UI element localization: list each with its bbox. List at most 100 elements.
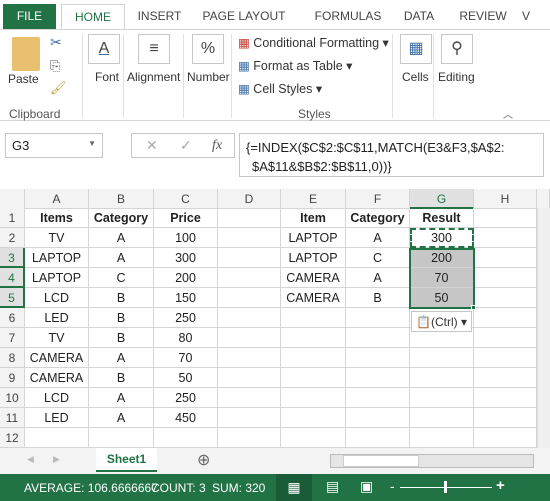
cell-C9[interactable]: 50 [154,368,218,388]
cell-C5[interactable]: 150 [154,288,218,308]
scroll-right-icon[interactable]: ▶ [53,454,60,465]
cell-E4[interactable]: CAMERA [281,268,346,288]
tab-review[interactable]: REVIEW [456,4,510,29]
column-header-E[interactable]: E [281,189,346,209]
cell-C7[interactable]: 80 [154,328,218,348]
binoculars-icon[interactable]: ⚲ [441,34,473,64]
tab-file[interactable]: FILE [3,4,56,29]
cell-E10[interactable] [281,388,346,408]
cell-A5[interactable]: LCD [25,288,89,308]
scrollbar-thumb[interactable] [343,455,419,467]
editing-button[interactable]: Editing [438,70,475,84]
cell-G11[interactable] [410,408,474,428]
cell-C2[interactable]: 100 [154,228,218,248]
column-header-A[interactable]: A [25,189,89,209]
cell-H7[interactable] [474,328,537,348]
cell-A12[interactable] [25,428,89,448]
cell-D12[interactable] [218,428,281,448]
font-icon[interactable]: A [88,34,120,64]
row-header-10[interactable]: 10 [0,388,25,408]
row-header-1[interactable]: 1 [0,208,25,228]
row-header-7[interactable]: 7 [0,328,25,348]
page-break-view-icon[interactable]: ▣ [360,478,373,495]
scrollbar-up[interactable] [537,189,550,209]
cell-C11[interactable]: 450 [154,408,218,428]
name-box-dropdown-icon[interactable]: ▼ [88,139,96,148]
paste-options-button[interactable]: 📋(Ctrl) ▾ [411,311,472,332]
cell-C4[interactable]: 200 [154,268,218,288]
cell-D4[interactable] [218,268,281,288]
cell-G8[interactable] [410,348,474,368]
cell-F9[interactable] [346,368,410,388]
tab-page-layout[interactable]: PAGE LAYOUT [196,4,292,29]
alignment-icon[interactable]: ≡ [138,34,170,64]
cell-D10[interactable] [218,388,281,408]
cell-B5[interactable]: B [89,288,154,308]
cell-E1[interactable]: Item [281,208,346,228]
cell-C12[interactable] [154,428,218,448]
formula-input[interactable]: {=INDEX($C$2:$C$11,MATCH(E3&F3,$A$2: $A$… [239,133,544,177]
cell-D5[interactable] [218,288,281,308]
cell-B9[interactable]: B [89,368,154,388]
cell-D3[interactable] [218,248,281,268]
cell-H1[interactable] [474,208,537,228]
cell-D9[interactable] [218,368,281,388]
tab-insert[interactable]: INSERT [132,4,187,29]
paste-icon[interactable] [12,37,40,71]
cell-A1[interactable]: Items [25,208,89,228]
cell-B12[interactable] [89,428,154,448]
cell-C10[interactable]: 250 [154,388,218,408]
row-header-2[interactable]: 2 [0,228,25,248]
paste-button[interactable]: Paste [8,72,39,86]
cell-H12[interactable] [474,428,537,448]
enter-icon[interactable]: ✓ [180,137,192,154]
cut-icon[interactable]: ✂ [50,34,62,51]
column-header-D[interactable]: D [218,189,281,209]
collapse-ribbon-icon[interactable]: ︿ [503,106,513,121]
cell-D8[interactable] [218,348,281,368]
row-header-5[interactable]: 5 [0,288,25,308]
cell-F4[interactable]: A [346,268,410,288]
cell-B10[interactable]: A [89,388,154,408]
cell-F8[interactable] [346,348,410,368]
cell-F10[interactable] [346,388,410,408]
cell-F7[interactable] [346,328,410,348]
cell-E11[interactable] [281,408,346,428]
cell-C6[interactable]: 250 [154,308,218,328]
tab-formulas[interactable]: FORMULAS [304,4,392,29]
cell-E3[interactable]: LAPTOP [281,248,346,268]
conditional-formatting-button[interactable]: ▦ Conditional Formatting ▾ [238,35,389,50]
cell-A10[interactable]: LCD [25,388,89,408]
cell-B3[interactable]: A [89,248,154,268]
vertical-scrollbar[interactable] [537,208,550,448]
cell-F5[interactable]: B [346,288,410,308]
cell-G9[interactable] [410,368,474,388]
cell-G1[interactable]: Result [410,208,474,228]
format-as-table-button[interactable]: ▦ Format as Table ▾ [238,58,352,73]
format-painter-icon[interactable]: 🖌 [50,80,67,96]
row-header-9[interactable]: 9 [0,368,25,388]
cell-B7[interactable]: B [89,328,154,348]
cell-H8[interactable] [474,348,537,368]
insert-function-icon[interactable]: fx [212,138,222,154]
cell-D2[interactable] [218,228,281,248]
cell-H2[interactable] [474,228,537,248]
cell-D11[interactable] [218,408,281,428]
scroll-left-icon[interactable]: ◀ [27,454,34,465]
horizontal-scrollbar[interactable] [330,454,534,468]
cell-F2[interactable]: A [346,228,410,248]
row-header-8[interactable]: 8 [0,348,25,368]
row-header-12[interactable]: 12 [0,428,25,448]
cell-F1[interactable]: Category [346,208,410,228]
cell-H11[interactable] [474,408,537,428]
cell-B11[interactable]: A [89,408,154,428]
cell-H10[interactable] [474,388,537,408]
cell-A2[interactable]: TV [25,228,89,248]
cell-E5[interactable]: CAMERA [281,288,346,308]
cell-A11[interactable]: LED [25,408,89,428]
row-header-6[interactable]: 6 [0,308,25,328]
cell-A4[interactable]: LAPTOP [25,268,89,288]
cell-B4[interactable]: C [89,268,154,288]
column-header-B[interactable]: B [89,189,154,209]
column-header-G[interactable]: G [410,189,474,209]
